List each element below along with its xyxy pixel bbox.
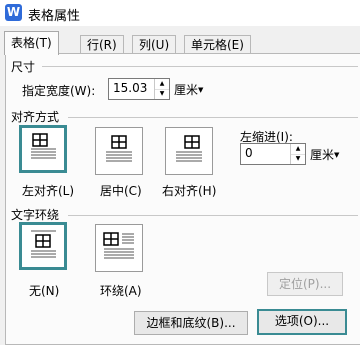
alignment-section-divider [68, 117, 358, 118]
indent-unit-dropdown[interactable]: 厘米▼ [310, 146, 339, 163]
size-section-divider [42, 66, 358, 67]
align-left-icon [31, 133, 56, 159]
wrap-none-option[interactable] [19, 222, 67, 270]
size-section-label: 尺寸 [11, 60, 36, 74]
align-left-option[interactable] [19, 125, 67, 173]
width-spinner-arrows: ▲ ▼ [154, 79, 169, 99]
spin-down-icon[interactable]: ▼ [291, 154, 305, 164]
wrapping-section-label: 文字环绕 [11, 208, 60, 222]
wrap-around-label: 环绕(A) [100, 284, 142, 298]
indent-spinner-arrows: ▲ ▼ [290, 144, 305, 164]
wrapping-section-divider [68, 215, 358, 216]
tab-row[interactable]: 行(R) [80, 35, 124, 54]
tab-column[interactable]: 列(U) [132, 35, 177, 54]
app-logo-icon: W [5, 4, 22, 21]
position-button[interactable]: 定位(P)... [267, 272, 343, 296]
align-right-icon [176, 135, 202, 162]
wrap-around-option[interactable] [95, 224, 143, 272]
align-left-label: 左对齐(L) [22, 184, 75, 198]
borders-shading-button[interactable]: 边框和底纹(B)... [134, 311, 248, 335]
indent-value: 0 [245, 146, 253, 160]
align-right-option[interactable] [165, 127, 213, 175]
width-label: 指定宽度(W): [22, 84, 96, 98]
wrap-around-icon [103, 232, 134, 259]
width-unit-dropdown[interactable]: 厘米▼ [174, 81, 203, 98]
align-right-label: 右对齐(H) [162, 184, 217, 198]
width-spinner[interactable]: 15.03 ▲ ▼ [108, 78, 170, 100]
options-button[interactable]: 选项(O)... [257, 309, 347, 335]
alignment-section-label: 对齐方式 [11, 110, 60, 124]
chevron-down-icon: ▼ [198, 86, 204, 94]
tab-table[interactable]: 表格(T) [4, 31, 59, 55]
spin-down-icon[interactable]: ▼ [155, 89, 169, 99]
wrap-none-icon [31, 230, 56, 258]
tab-cell[interactable]: 单元格(E) [184, 35, 251, 54]
wrap-none-label: 无(N) [29, 284, 60, 298]
title-bar: W 表格属性 [0, 0, 360, 26]
align-center-option[interactable] [95, 127, 143, 175]
width-value: 15.03 [113, 81, 148, 95]
chevron-down-icon: ▼ [334, 151, 340, 159]
width-unit-label: 厘米 [174, 83, 199, 97]
indent-spinner[interactable]: 0 ▲ ▼ [240, 143, 306, 165]
align-center-label: 居中(C) [100, 184, 142, 198]
align-center-icon [106, 135, 132, 162]
window-title: 表格属性 [28, 9, 81, 24]
indent-unit-label: 厘米 [310, 148, 335, 162]
